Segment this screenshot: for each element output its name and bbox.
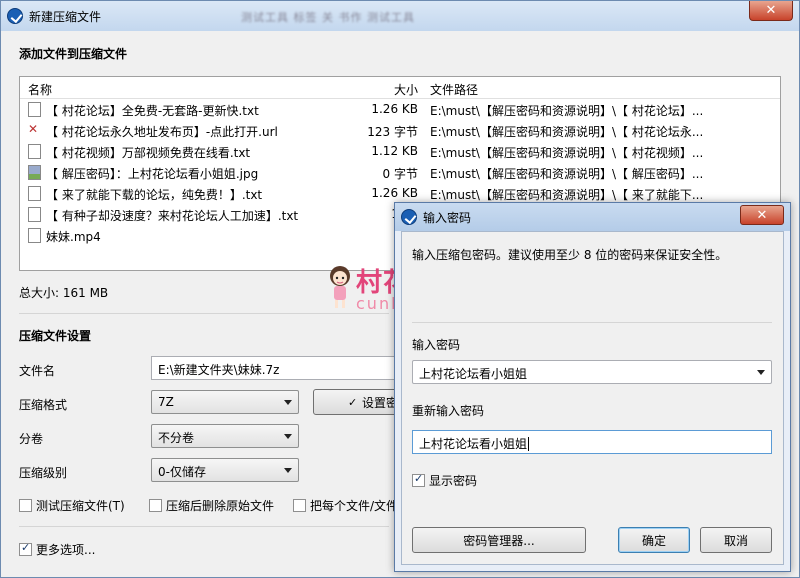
each-file-checkbox[interactable]: 把每个文件/文件 bbox=[293, 497, 398, 514]
more-options-checkbox[interactable]: 更多选项... bbox=[19, 541, 95, 558]
image-file-icon bbox=[28, 165, 41, 180]
chevron-down-icon bbox=[284, 434, 292, 439]
file-row[interactable]: 【 村花论坛】全免费-无套路-更新快.txt 1.26 KB E:\must\【解压… bbox=[20, 99, 780, 120]
file-name: 【 解压密码】：上村花论坛看小姐姐.jpg bbox=[46, 167, 259, 181]
file-size: 1.26 KB bbox=[371, 186, 418, 200]
chevron-down-icon bbox=[284, 468, 292, 473]
settings-heading: 压缩文件设置 bbox=[19, 329, 92, 343]
file-name: 【 村花论坛永久地址发布页】-点此打开.url bbox=[46, 125, 278, 139]
text-file-icon bbox=[28, 207, 41, 222]
file-name: 【 村花视频】万部视频免费在线看.txt bbox=[46, 146, 251, 160]
dialog-close-button[interactable]: ✕ bbox=[740, 205, 784, 225]
volume-value: 不分卷 bbox=[158, 431, 195, 445]
level-label: 压缩级别 bbox=[19, 466, 68, 480]
url-file-icon bbox=[28, 122, 41, 138]
checkbox-box bbox=[19, 499, 32, 512]
window-close-button[interactable]: ✕ bbox=[749, 1, 793, 21]
chevron-down-icon bbox=[757, 370, 765, 375]
checkbox-box-checked bbox=[412, 472, 425, 487]
volume-select[interactable]: 不分卷 bbox=[151, 424, 299, 448]
app-logo-icon bbox=[7, 8, 23, 24]
file-name: 【 村花论坛】全免费-无套路-更新快.txt bbox=[46, 104, 259, 118]
password-label: 输入密码 bbox=[412, 338, 461, 352]
dialog-body: 输入压缩包密码。建议使用至少 8 位的密码来保证安全性。 输入密码 上村花论坛看… bbox=[401, 231, 784, 565]
file-name: 妹妹.mp4 bbox=[46, 230, 101, 244]
check-icon: ✓ bbox=[348, 395, 358, 409]
text-file-icon bbox=[28, 102, 41, 117]
test-archive-label: 测试压缩文件(T) bbox=[36, 499, 125, 513]
test-archive-checkbox[interactable]: 测试压缩文件(T) bbox=[19, 497, 125, 514]
file-path: E:\must\【解压密码和资源说明】\【 村花论坛永... bbox=[430, 125, 704, 139]
checkbox-box-checked bbox=[19, 541, 32, 556]
level-value: 0-仅储存 bbox=[158, 465, 206, 479]
file-path: E:\must\【解压密码和资源说明】\【 村花论坛】... bbox=[430, 104, 704, 118]
column-header-name[interactable]: 名称 bbox=[28, 81, 52, 98]
more-options-label: 更多选项... bbox=[36, 543, 96, 557]
divider bbox=[412, 322, 772, 323]
file-size: 1.26 KB bbox=[371, 102, 418, 116]
file-row[interactable]: 【 村花论坛永久地址发布页】-点此打开.url 123 字节 E:\must\【解压… bbox=[20, 120, 780, 141]
file-path: E:\must\【解压密码和资源说明】\【 来了就能下... bbox=[430, 188, 704, 202]
file-name: 【 有种子却没速度？来村花论坛人工加速】.txt bbox=[46, 209, 299, 223]
file-path: E:\must\【解压密码和资源说明】\【 解压密码】... bbox=[430, 167, 704, 181]
text-file-icon bbox=[28, 144, 41, 159]
format-value: 7Z bbox=[158, 395, 174, 409]
filename-label: 文件名 bbox=[19, 364, 56, 378]
cancel-button[interactable]: 取消 bbox=[700, 527, 772, 553]
format-label: 压缩格式 bbox=[19, 398, 68, 412]
blurred-taskbar-text: 测试工具 标签 关 书作 测试工具 bbox=[241, 11, 415, 24]
file-size: 0 字节 bbox=[382, 167, 418, 181]
dialog-hint: 输入压缩包密码。建议使用至少 8 位的密码来保证安全性。 bbox=[412, 248, 728, 262]
confirm-password-value: 上村花论坛看小姐姐 bbox=[419, 437, 528, 451]
delete-after-label: 压缩后删除原始文件 bbox=[166, 499, 275, 513]
checkbox-box bbox=[293, 499, 306, 512]
password-input[interactable]: 上村花论坛看小姐姐 bbox=[412, 360, 772, 384]
each-file-label: 把每个文件/文件 bbox=[310, 499, 399, 513]
video-file-icon bbox=[28, 228, 41, 243]
chevron-down-icon bbox=[284, 400, 292, 405]
password-value: 上村花论坛看小姐姐 bbox=[419, 367, 528, 381]
confirm-password-label: 重新输入密码 bbox=[412, 404, 485, 418]
dialog-title: 输入密码 bbox=[423, 210, 472, 225]
window-title: 新建压缩文件 bbox=[29, 9, 102, 24]
set-password-button[interactable]: ✓ 设置密 bbox=[313, 389, 403, 415]
file-row[interactable]: 【 来了就能下载的论坛，纯免费！】.txt 1.26 KB E:\must\【解压密… bbox=[20, 183, 780, 204]
dialog-titlebar: 输入密码 ✕ bbox=[395, 203, 790, 231]
format-select[interactable]: 7Z bbox=[151, 390, 299, 414]
level-select[interactable]: 0-仅储存 bbox=[151, 458, 299, 482]
volume-label: 分卷 bbox=[19, 432, 44, 446]
column-header-path[interactable]: 文件路径 bbox=[430, 81, 478, 98]
password-manager-button[interactable]: 密码管理器... bbox=[412, 527, 586, 553]
file-row[interactable]: 【 解压密码】：上村花论坛看小姐姐.jpg 0 字节 E:\must\【解压密码和资… bbox=[20, 162, 780, 183]
show-password-checkbox[interactable]: 显示密码 bbox=[412, 472, 477, 489]
add-files-heading: 添加文件到压缩文件 bbox=[19, 47, 128, 61]
file-size: 123 字节 bbox=[367, 125, 418, 139]
password-dialog: 输入密码 ✕ 输入压缩包密码。建议使用至少 8 位的密码来保证安全性。 输入密码… bbox=[394, 202, 791, 572]
text-caret bbox=[528, 437, 530, 451]
text-file-icon bbox=[28, 186, 41, 201]
file-path: E:\must\【解压密码和资源说明】\【 村花视频】... bbox=[430, 146, 704, 160]
file-list-header: 名称 大小 文件路径 bbox=[20, 77, 780, 99]
set-password-label: 设置密 bbox=[362, 395, 399, 410]
total-size: 总大小: 161 MB bbox=[19, 286, 109, 300]
confirm-password-input[interactable]: 上村花论坛看小姐姐 bbox=[412, 430, 772, 454]
delete-after-checkbox[interactable]: 压缩后删除原始文件 bbox=[149, 497, 274, 514]
file-name: 【 来了就能下载的论坛，纯免费！】.txt bbox=[46, 188, 263, 202]
file-row[interactable]: 【 村花视频】万部视频免费在线看.txt 1.12 KB E:\must\【解压密码… bbox=[20, 141, 780, 162]
divider bbox=[19, 313, 389, 314]
file-size: 1.12 KB bbox=[371, 144, 418, 158]
divider bbox=[19, 526, 389, 527]
ok-button[interactable]: 确定 bbox=[618, 527, 690, 553]
app-logo-icon bbox=[401, 209, 417, 225]
window-titlebar: 新建压缩文件 测试工具 标签 关 书作 测试工具 ✕ bbox=[1, 1, 799, 31]
checkbox-box bbox=[149, 499, 162, 512]
filename-input[interactable]: E:\新建文件夹\妹妹.7z bbox=[151, 356, 401, 380]
show-password-label: 显示密码 bbox=[429, 474, 478, 488]
column-header-size[interactable]: 大小 bbox=[360, 81, 418, 98]
